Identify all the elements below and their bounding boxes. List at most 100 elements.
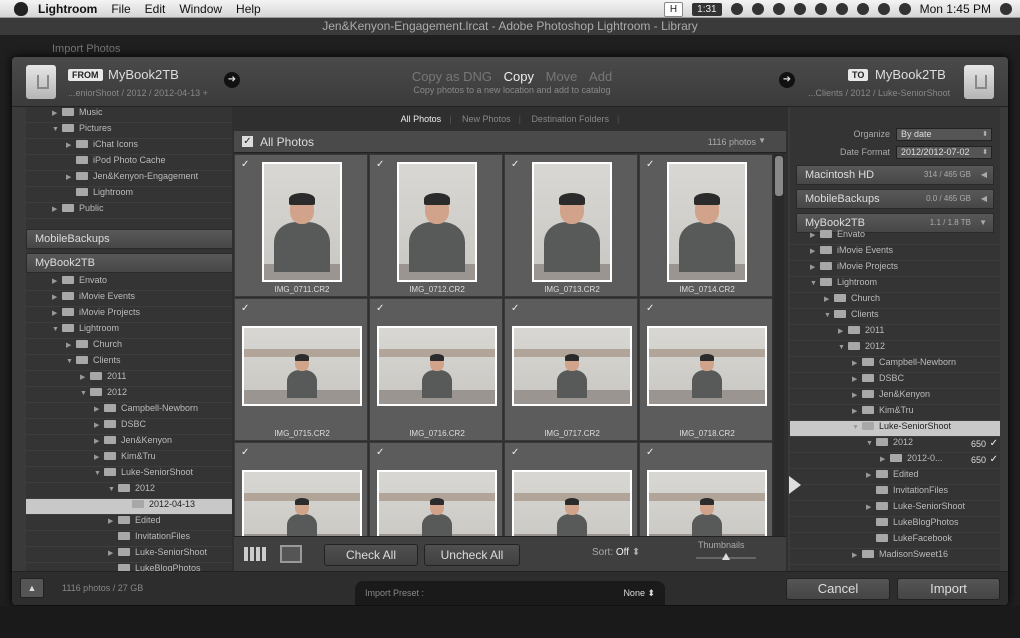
source-folder-row[interactable]: ▼ 2012 <box>26 387 242 403</box>
destination-folder-row[interactable]: ▶ Campbell-Newborn <box>790 357 1000 373</box>
photo-thumbnail[interactable] <box>512 326 632 406</box>
status-h-badge[interactable]: H <box>663 1 684 17</box>
destination-folder-row[interactable]: ▼ Luke-SeniorShoot <box>790 421 1000 437</box>
thumbnail-size-slider[interactable] <box>696 553 756 560</box>
destination-folder-row[interactable]: ▼ Lightroom <box>790 277 1000 293</box>
source-folder-row[interactable]: ▶ Public <box>26 203 242 219</box>
photo-cell[interactable]: ✓ IMG_0713.CR2 <box>504 154 638 297</box>
sort-control[interactable]: Sort: Off ⬍ <box>592 547 640 558</box>
photo-cell[interactable]: ✓ IMG_0711.CR2 <box>234 154 368 297</box>
destination-folder-row[interactable]: ▶ Kim&Tru <box>790 405 1000 421</box>
slider-knob[interactable] <box>722 553 730 560</box>
disclosure-triangle-icon[interactable]: ▶ <box>810 263 818 271</box>
photo-checkbox[interactable]: ✓ <box>646 447 654 458</box>
destination-folder-row[interactable]: ▶ MadisonSweet16 <box>790 549 1000 565</box>
disclosure-triangle-icon[interactable]: ▶ <box>52 277 60 285</box>
destination-folder-row[interactable]: ▶ Envato <box>790 229 1000 245</box>
disclosure-triangle-icon[interactable]: ▶ <box>838 327 846 335</box>
photo-checkbox[interactable]: ✓ <box>376 447 384 458</box>
destination-arrow-icon[interactable]: ➜ <box>779 72 795 88</box>
source-folder-row[interactable]: ▶ Envato <box>26 275 242 291</box>
date-format-select[interactable]: 2012/2012-07-02 ⬍ <box>896 146 992 159</box>
source-folder-row[interactable]: ▶ iMovie Projects <box>26 307 242 323</box>
disclosure-triangle-icon[interactable]: ▶ <box>880 455 888 463</box>
source-folder-row[interactable]: ▼ 2012 <box>26 483 242 499</box>
photo-thumbnail[interactable] <box>647 470 767 536</box>
photo-cell[interactable]: ✓ IMG_0712.CR2 <box>369 154 503 297</box>
destination-folder-row[interactable]: ▶ Edited <box>790 469 1000 485</box>
disclosure-triangle-icon[interactable]: ▶ <box>52 205 60 213</box>
photo-thumbnail[interactable] <box>377 470 497 536</box>
volume-icon[interactable] <box>877 3 890 15</box>
photo-cell[interactable]: ✓ <box>369 442 503 536</box>
source-folder-row[interactable]: ▼ Clients <box>26 355 242 371</box>
sort-value[interactable]: Off <box>616 547 629 558</box>
disclosure-triangle-icon[interactable]: ▶ <box>52 293 60 301</box>
photo-cell[interactable]: ✓ IMG_0715.CR2 <box>234 298 368 441</box>
disclosure-triangle-icon[interactable]: ▶ <box>94 437 102 445</box>
disclosure-triangle-icon[interactable]: ◀ <box>981 190 987 208</box>
photo-checkbox[interactable]: ✓ <box>646 303 654 314</box>
disclosure-triangle-icon[interactable]: ▼ <box>52 126 60 133</box>
destination-volume-row[interactable]: Macintosh HD 314 / 465 GB ◀ <box>796 165 994 185</box>
menubar-clock[interactable]: Mon 1:45 PM <box>920 2 991 16</box>
disclosure-triangle-icon[interactable]: ▼ <box>824 312 832 319</box>
photo-cell[interactable]: ✓ IMG_0714.CR2 <box>639 154 772 297</box>
tab-all-photos[interactable]: All Photos <box>401 114 442 124</box>
photo-cell[interactable]: ✓ <box>504 442 638 536</box>
disclosure-triangle-icon[interactable]: ▼ <box>838 344 846 351</box>
disclosure-triangle-icon[interactable]: ▶ <box>852 359 860 367</box>
folder-check-icon[interactable]: ✓ <box>990 438 998 449</box>
destination-volume-select[interactable]: MyBook2TB <box>875 67 946 82</box>
grid-view-icon[interactable] <box>244 547 266 561</box>
photo-checkbox[interactable]: ✓ <box>241 303 249 314</box>
photo-thumbnail[interactable] <box>647 326 767 406</box>
photo-thumbnail[interactable] <box>397 162 477 282</box>
photo-cell[interactable]: ✓ IMG_0717.CR2 <box>504 298 638 441</box>
source-folder-row[interactable]: ▶ Kim&Tru <box>26 451 242 467</box>
tab-new-photos[interactable]: New Photos <box>462 114 511 124</box>
organize-select[interactable]: By date ⬍ <box>896 128 992 141</box>
status-icon-3[interactable] <box>793 3 806 15</box>
mode-move[interactable]: Move <box>546 69 578 84</box>
photo-cell[interactable]: ✓ IMG_0716.CR2 <box>369 298 503 441</box>
timemachine-icon[interactable] <box>814 3 827 15</box>
spotlight-icon[interactable] <box>1000 3 1012 15</box>
photo-checkbox[interactable]: ✓ <box>241 159 249 170</box>
disclosure-triangle-icon[interactable]: ▶ <box>866 471 874 479</box>
disclosure-triangle-icon[interactable]: ▶ <box>94 421 102 429</box>
source-folder-row[interactable]: ▼ Pictures <box>26 123 242 139</box>
photo-checkbox[interactable]: ✓ <box>511 447 519 458</box>
menu-file[interactable]: File <box>111 2 130 16</box>
photo-thumbnail[interactable] <box>242 326 362 406</box>
disclosure-triangle-icon[interactable]: ▶ <box>866 503 874 511</box>
folder-check-icon[interactable]: ✓ <box>990 454 998 465</box>
source-folder-row[interactable]: ▶ Music <box>26 107 242 123</box>
disclosure-triangle-icon[interactable]: ▶ <box>52 109 60 117</box>
disclosure-triangle-icon[interactable]: ▼ <box>52 326 60 333</box>
photo-checkbox[interactable]: ✓ <box>376 303 384 314</box>
source-folder-row[interactable]: ▶ Edited <box>26 515 242 531</box>
source-folder-row[interactable]: ▶ Luke-SeniorShoot <box>26 547 242 563</box>
source-volume-mybook2tb[interactable]: MyBook2TB <box>26 253 236 273</box>
disclosure-triangle-icon[interactable]: ▶ <box>52 309 60 317</box>
disclosure-triangle-icon[interactable]: ▶ <box>108 517 116 525</box>
cancel-button[interactable]: Cancel <box>786 578 890 600</box>
photo-thumbnail[interactable] <box>262 162 342 282</box>
disclosure-triangle-icon[interactable]: ◀ <box>981 166 987 184</box>
menu-help[interactable]: Help <box>236 2 261 16</box>
import-preset-select[interactable]: None ⬍ <box>623 588 655 599</box>
wifi-icon[interactable] <box>856 3 869 15</box>
source-folder-row[interactable]: ▶ Campbell-Newborn <box>26 403 242 419</box>
disclosure-triangle-icon[interactable]: ▼ <box>80 390 88 397</box>
disclosure-triangle-icon[interactable]: ▶ <box>810 247 818 255</box>
mode-copy[interactable]: Copy <box>504 69 534 84</box>
destination-folder-row[interactable]: LukeFacebook <box>790 533 1000 549</box>
photo-checkbox[interactable]: ✓ <box>511 159 519 170</box>
disclosure-triangle-icon[interactable]: ▶ <box>66 173 74 181</box>
apple-icon[interactable] <box>14 1 28 16</box>
source-folder-row[interactable]: Lightroom <box>26 187 242 203</box>
disclosure-triangle-icon[interactable]: ▶ <box>852 551 860 559</box>
disclosure-triangle-icon[interactable]: ▶ <box>94 453 102 461</box>
disclosure-triangle-icon[interactable]: ▼ <box>108 486 116 493</box>
